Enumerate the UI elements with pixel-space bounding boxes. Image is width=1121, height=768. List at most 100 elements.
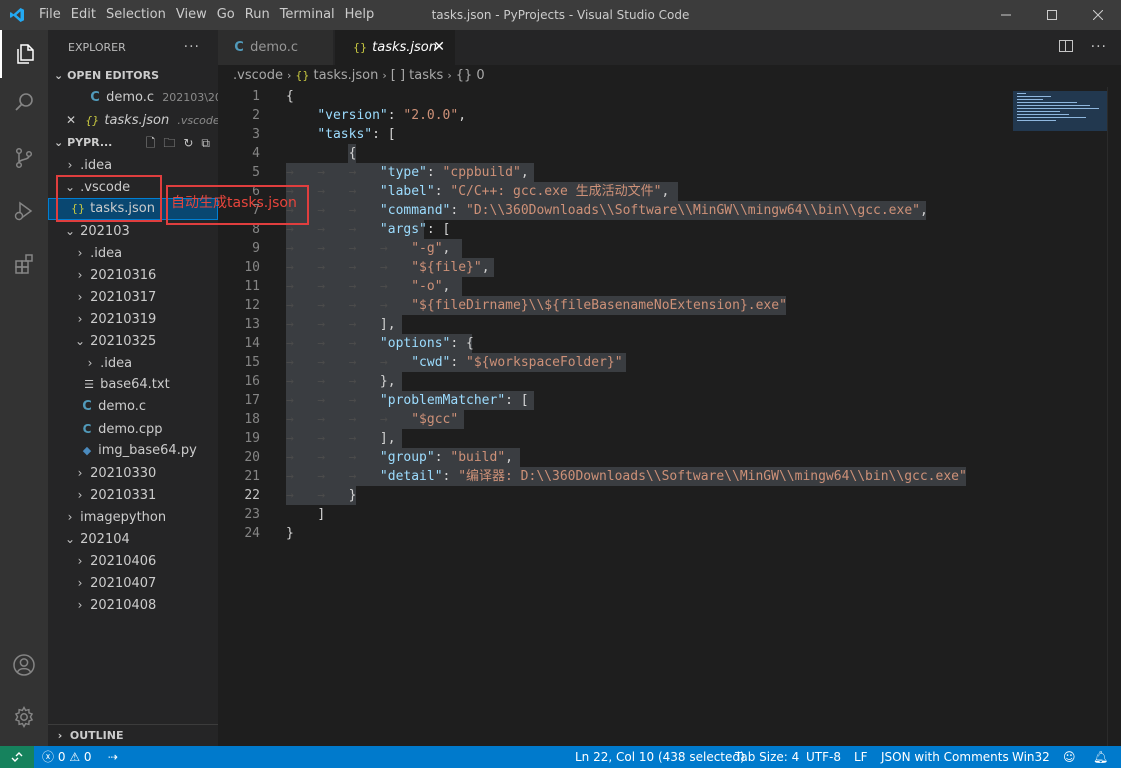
cursor-position[interactable]: Ln 22, Col 10 (438 selected) bbox=[575, 746, 745, 768]
search-icon bbox=[15, 93, 33, 111]
code-line: → → → → "-g", bbox=[286, 241, 451, 256]
menu-run[interactable]: Run bbox=[240, 0, 275, 30]
line-number: 10 bbox=[244, 260, 260, 275]
breadcrumb-item[interactable]: {} 0 bbox=[456, 68, 485, 83]
status-bar: ⓧ 0 ⚠ 0 ⇢ Ln 22, Col 10 (438 selected) T… bbox=[0, 746, 1121, 768]
tree-folder[interactable]: › .idea bbox=[48, 242, 218, 264]
tab-size[interactable]: Tab Size: 4 bbox=[735, 746, 799, 768]
activity-manage[interactable] bbox=[0, 693, 48, 741]
tab-demo-c[interactable]: C demo.c bbox=[218, 30, 334, 65]
tree-file[interactable]: ☰ base64.txt bbox=[48, 374, 218, 396]
c-file-icon: C bbox=[82, 399, 92, 414]
tab-tasks-json[interactable]: {} tasks.json ✕ bbox=[335, 30, 455, 65]
open-editor-desc: 202103\20... bbox=[162, 91, 218, 104]
python-file-icon: ◆ bbox=[82, 444, 92, 457]
chevron-right-icon: › bbox=[447, 69, 452, 82]
activity-explorer[interactable] bbox=[0, 30, 48, 78]
vertical-scrollbar[interactable] bbox=[1107, 87, 1121, 746]
tree-folder[interactable]: ⌄ 20210325 bbox=[48, 330, 218, 352]
menu-terminal[interactable]: Terminal bbox=[275, 0, 340, 30]
tree-file[interactable]: ◆ img_base64.py bbox=[48, 440, 218, 462]
code-line: } bbox=[286, 526, 294, 541]
chevron-right-icon: › bbox=[77, 488, 83, 502]
minimize-button[interactable] bbox=[983, 0, 1029, 30]
chevron-down-icon: ⌄ bbox=[54, 136, 64, 149]
extensions-icon bbox=[15, 254, 33, 274]
chevron-right-icon: › bbox=[77, 466, 83, 480]
tree-folder[interactable]: › 20210317 bbox=[48, 286, 218, 308]
menu-go[interactable]: Go bbox=[212, 0, 240, 30]
tree-folder[interactable]: › 20210330 bbox=[48, 462, 218, 484]
live-share-icon[interactable]: ⇢ bbox=[108, 746, 118, 768]
close-tab-icon[interactable]: ✕ bbox=[433, 30, 445, 65]
menu-edit[interactable]: Edit bbox=[66, 0, 101, 30]
remote-button[interactable] bbox=[0, 746, 34, 768]
tree-folder[interactable]: › .idea bbox=[48, 352, 218, 374]
menu-selection[interactable]: Selection bbox=[101, 0, 171, 30]
tree-file[interactable]: C demo.c bbox=[48, 396, 218, 418]
maximize-button[interactable] bbox=[1029, 0, 1075, 30]
line-number: 20 bbox=[244, 450, 260, 465]
chevron-right-icon: › bbox=[77, 576, 83, 590]
code-line: { bbox=[286, 89, 294, 104]
chevron-right-icon: › bbox=[67, 510, 73, 524]
language-mode[interactable]: JSON with Comments bbox=[881, 746, 1009, 768]
line-number: 2 bbox=[252, 108, 260, 123]
project-section[interactable]: ⌄ PYPR... 🗋 🗀 ↻ ⧉ bbox=[48, 132, 218, 154]
refresh-icon[interactable]: ↻ bbox=[183, 132, 193, 154]
tree-file[interactable]: C demo.cpp bbox=[48, 418, 218, 440]
menu-view[interactable]: View bbox=[171, 0, 212, 30]
code-line: "tasks": [ bbox=[317, 127, 396, 142]
tree-folder[interactable]: › 20210319 bbox=[48, 308, 218, 330]
open-editors-section[interactable]: ⌄ OPEN EDITORS bbox=[48, 65, 218, 87]
menu-file[interactable]: File bbox=[34, 0, 66, 30]
editor-more-button[interactable]: ··· bbox=[1091, 30, 1107, 65]
bell-icon[interactable]: 🔔︎ bbox=[1093, 746, 1108, 768]
code-line: → → → "problemMatcher": [ bbox=[286, 393, 529, 408]
activity-search[interactable] bbox=[0, 78, 48, 126]
open-editors-label: OPEN EDITORS bbox=[67, 69, 160, 82]
encoding[interactable]: UTF-8 bbox=[806, 746, 841, 768]
tree-folder[interactable]: › 20210407 bbox=[48, 572, 218, 594]
breadcrumb-item[interactable]: tasks.json bbox=[314, 68, 379, 83]
outline-section[interactable]: › OUTLINE bbox=[48, 724, 218, 746]
activity-accounts[interactable] bbox=[0, 641, 48, 689]
collapse-all-icon[interactable]: ⧉ bbox=[201, 132, 210, 154]
line-number: 5 bbox=[252, 165, 260, 180]
line-number: 12 bbox=[244, 298, 260, 313]
feedback-icon[interactable]: ☺ bbox=[1063, 746, 1076, 768]
tree-folder[interactable]: › 20210406 bbox=[48, 550, 218, 572]
platform[interactable]: Win32 bbox=[1012, 746, 1050, 768]
tree-folder[interactable]: › 20210331 bbox=[48, 484, 218, 506]
new-file-icon[interactable]: 🗋 bbox=[146, 132, 156, 154]
split-editor-icon[interactable] bbox=[1059, 40, 1073, 52]
activity-source-control[interactable] bbox=[0, 134, 48, 182]
open-editor-item[interactable]: ✕ {} tasks.json .vscode bbox=[48, 109, 218, 131]
tree-folder[interactable]: › .idea bbox=[48, 154, 218, 176]
close-window-button[interactable] bbox=[1075, 0, 1121, 30]
close-icon[interactable]: ✕ bbox=[66, 113, 76, 127]
line-number: 1 bbox=[252, 89, 260, 104]
tree-folder[interactable]: › imagepython bbox=[48, 506, 218, 528]
tree-label: .idea bbox=[80, 158, 113, 173]
problems-indicator[interactable]: ⓧ 0 ⚠ 0 bbox=[42, 746, 92, 768]
tree-folder[interactable]: › 20210408 bbox=[48, 594, 218, 616]
menu-help[interactable]: Help bbox=[340, 0, 380, 30]
tree-folder[interactable]: ⌄ 202104 bbox=[48, 528, 218, 550]
explorer-more-button[interactable]: ··· bbox=[184, 30, 200, 65]
line-number: 11 bbox=[244, 279, 260, 294]
tree-folder[interactable]: › 20210316 bbox=[48, 264, 218, 286]
line-number: 4 bbox=[252, 146, 260, 161]
activity-run-debug[interactable] bbox=[0, 187, 48, 235]
new-folder-icon[interactable]: 🗀 bbox=[163, 132, 175, 154]
tree-label: demo.c bbox=[98, 399, 147, 414]
end-of-line[interactable]: LF bbox=[854, 746, 868, 768]
breadcrumb-item[interactable]: [ ] tasks bbox=[391, 68, 444, 83]
code-editor[interactable]: 1 2 3 4 5 6 7 8 9 10 11 12 13 14 15 16 1… bbox=[218, 87, 1121, 746]
breadcrumb-item[interactable]: .vscode bbox=[233, 68, 283, 83]
activity-extensions[interactable] bbox=[0, 240, 48, 288]
error-count: 0 bbox=[57, 750, 66, 764]
chevron-right-icon: › bbox=[57, 729, 63, 742]
open-editor-item[interactable]: C demo.c 202103\20... bbox=[48, 87, 218, 109]
code-line: → → → "command": "D:\\360Downloads\\Soft… bbox=[286, 203, 928, 218]
